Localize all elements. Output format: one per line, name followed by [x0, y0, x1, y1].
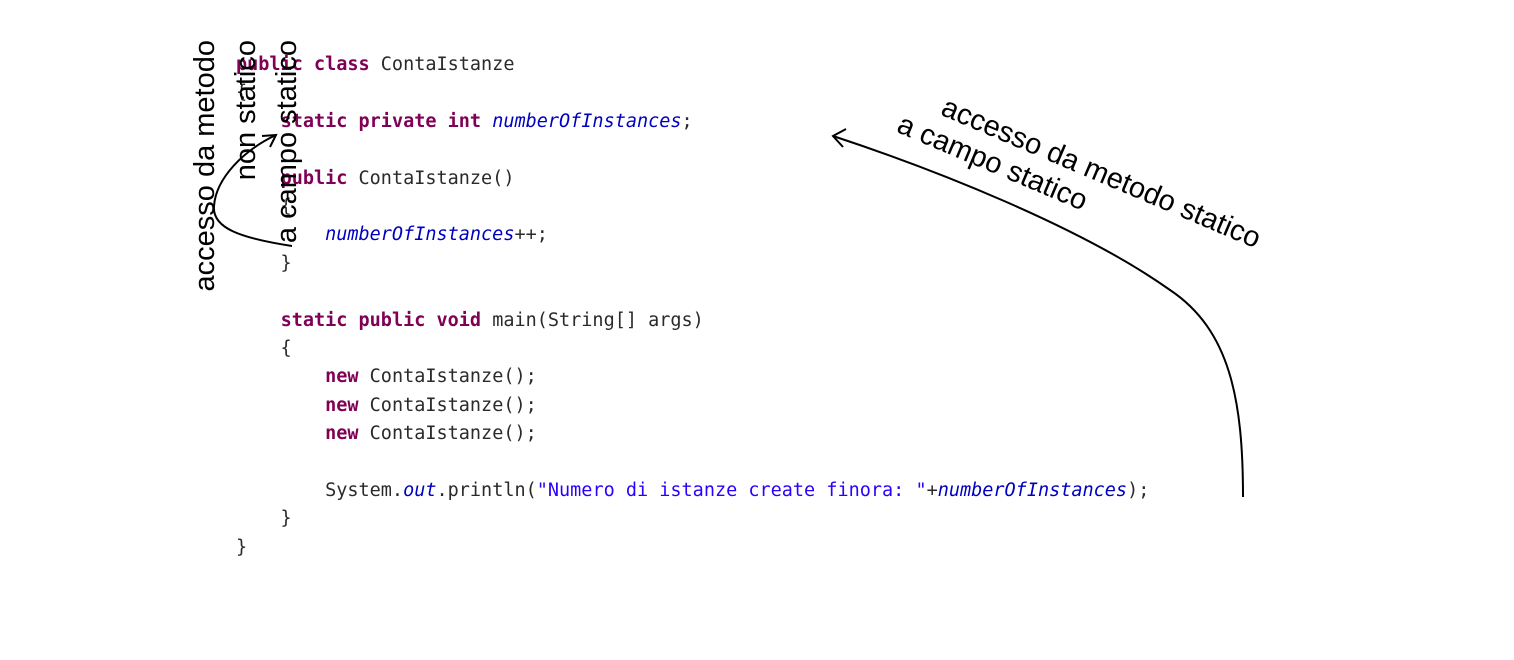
annotation-arrows: [212, 128, 1244, 498]
arrow-main-to-field: [832, 135, 1244, 498]
annotated-code-diagram: public class ContaIstanze{ static privat…: [0, 0, 1514, 660]
arrow-constructor-to-field: [212, 134, 293, 247]
